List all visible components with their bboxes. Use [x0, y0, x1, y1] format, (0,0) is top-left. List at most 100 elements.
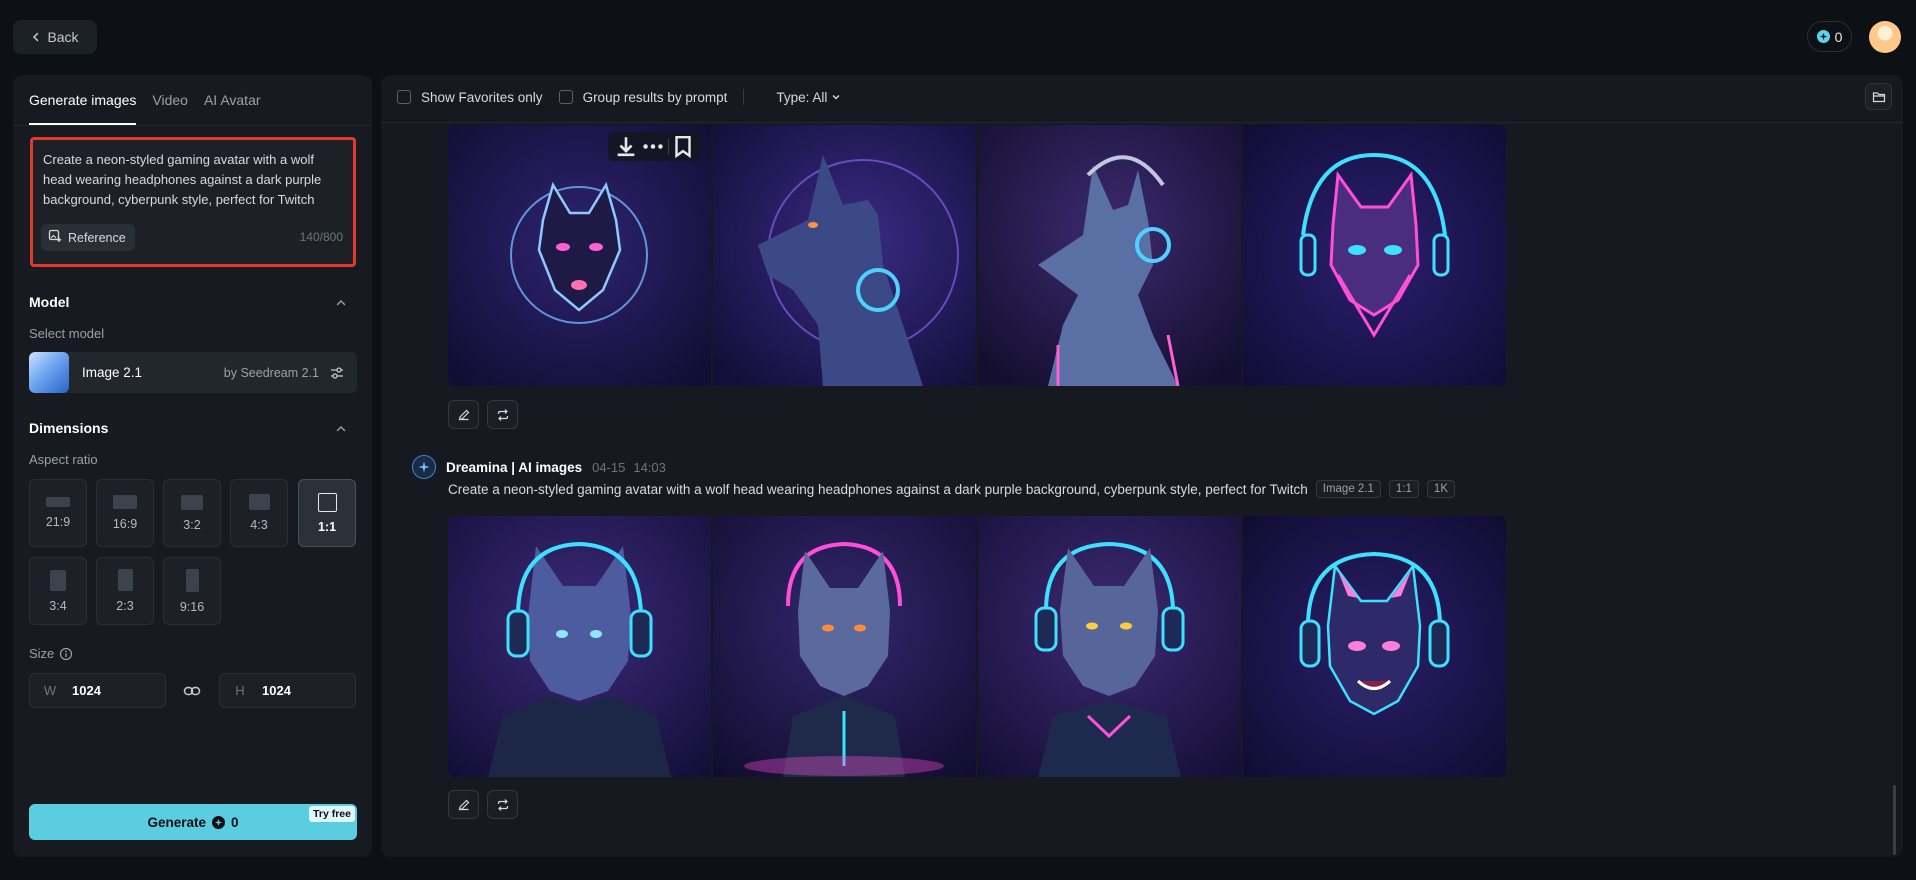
ratio-shape-icon	[185, 568, 199, 592]
generation-prompt-row: Create a neon-styled gaming avatar with …	[448, 480, 1455, 498]
credits-badge[interactable]: 0	[1807, 21, 1852, 52]
generated-image[interactable]	[448, 125, 711, 386]
filter-bar: Show Favorites only Group results by pro…	[397, 87, 841, 107]
width-value[interactable]: 1024	[72, 683, 101, 698]
chevron-up-icon[interactable]	[334, 422, 348, 436]
chevron-down-icon	[832, 95, 840, 100]
credits-count: 0	[1834, 28, 1843, 45]
ratio-label: 4:3	[250, 518, 268, 532]
ratio-label: 21:9	[45, 515, 71, 529]
generated-image[interactable]	[713, 125, 976, 386]
ratio-label: 9:16	[179, 599, 205, 614]
group-checkbox[interactable]	[558, 90, 573, 104]
more-icon[interactable]	[640, 134, 666, 160]
generate-label: Generate	[147, 814, 206, 830]
generated-image[interactable]	[978, 125, 1241, 386]
group-by-prompt-filter[interactable]: Group results by prompt	[558, 90, 727, 105]
ratio-tag: 1:1	[1388, 480, 1419, 498]
model-thumbnail	[29, 352, 69, 393]
image-actions-previous	[448, 400, 518, 429]
resolution-tag: 1K	[1426, 480, 1455, 498]
try-free-badge: Try free	[309, 806, 355, 822]
generation-author: Dreamina | AI images	[446, 459, 583, 475]
image-grid-previous	[448, 125, 1506, 386]
aspect-ratio-9-16[interactable]: 9:16	[163, 557, 221, 625]
generated-image[interactable]	[713, 516, 976, 777]
height-input[interactable]: H 1024	[219, 673, 356, 708]
generated-image[interactable]	[448, 516, 711, 777]
ratio-label: 1:1	[317, 519, 337, 534]
back-label: Back	[47, 29, 79, 45]
generation-prompt[interactable]: Create a neon-styled gaming avatar with …	[448, 482, 1308, 497]
favorites-checkbox[interactable]	[397, 90, 411, 104]
repeat-icon	[497, 798, 508, 811]
repeat-icon	[497, 408, 508, 421]
model-tag: Image 2.1	[1315, 480, 1381, 498]
scrollbar[interactable]	[1893, 785, 1896, 855]
regenerate-button[interactable]	[487, 790, 518, 819]
edit-prompt-button[interactable]	[448, 790, 479, 819]
type-dropdown[interactable]: Type: All	[776, 90, 841, 105]
generation-header: Dreamina | AI images 04-15 14:03	[412, 455, 666, 479]
dreamina-logo-icon	[412, 455, 436, 479]
tab-video[interactable]: Video	[152, 75, 188, 125]
back-button[interactable]: Back	[13, 20, 97, 54]
coin-icon	[212, 815, 225, 829]
generation-timestamp: 04-15 14:03	[592, 460, 666, 475]
info-icon[interactable]	[59, 647, 73, 661]
model-selector[interactable]: Image 2.1 by Seedream 2.1	[29, 352, 357, 393]
bookmark-icon[interactable]	[670, 134, 696, 160]
aspect-ratio-1-1[interactable]: 1:1	[298, 479, 356, 547]
generated-image[interactable]	[978, 516, 1241, 777]
ratio-shape-icon	[113, 495, 137, 509]
link-icon[interactable]	[183, 682, 201, 700]
aspect-ratio-3-2[interactable]: 3:2	[163, 479, 221, 547]
ratio-shape-icon	[46, 497, 70, 507]
folder-icon	[1872, 91, 1885, 102]
character-count: 140/800	[299, 230, 343, 244]
ratio-label: 16:9	[112, 517, 138, 531]
dimensions-section-title: Dimensions	[29, 420, 109, 436]
prompt-text[interactable]: Create a neon-styled gaming avatar with …	[43, 150, 343, 210]
aspect-ratio-2-3[interactable]: 2:3	[96, 557, 154, 625]
generated-image[interactable]	[1243, 125, 1506, 386]
user-avatar[interactable]	[1869, 21, 1901, 53]
generated-image[interactable]	[1243, 516, 1506, 777]
prompt-input[interactable]: Create a neon-styled gaming avatar with …	[30, 137, 356, 267]
ratio-shape-icon	[50, 569, 66, 591]
edit-prompt-button[interactable]	[448, 400, 479, 429]
aspect-ratio-label: Aspect ratio	[29, 452, 98, 467]
generate-button[interactable]: Generate 0 Try free	[29, 804, 357, 840]
select-model-label: Select model	[29, 326, 105, 341]
aspect-ratio-21-9[interactable]: 21:9	[29, 479, 87, 547]
height-value[interactable]: 1024	[262, 683, 291, 698]
pencil-icon	[458, 409, 469, 420]
regenerate-button[interactable]	[487, 400, 518, 429]
sliders-icon[interactable]	[329, 365, 345, 381]
favorites-filter[interactable]: Show Favorites only	[397, 90, 543, 105]
ratio-shape-icon	[117, 569, 133, 591]
image-hover-toolbar	[608, 132, 701, 161]
aspect-ratio-3-4[interactable]: 3:4	[29, 557, 87, 625]
mode-tabs: Generate images Video AI Avatar	[29, 75, 261, 125]
image-actions-current	[448, 790, 518, 819]
tab-generate-images[interactable]: Generate images	[29, 75, 137, 125]
generation-time: 14:03	[633, 459, 666, 475]
size-label: Size	[29, 646, 73, 661]
chevron-up-icon[interactable]	[334, 296, 348, 310]
image-grid-current	[448, 516, 1506, 777]
model-section-title: Model	[29, 294, 70, 310]
folder-button[interactable]	[1865, 83, 1892, 110]
aspect-ratio-4-3[interactable]: 4:3	[230, 479, 288, 547]
chevron-left-icon	[31, 29, 41, 45]
ratio-label: 2:3	[116, 599, 134, 613]
reference-button[interactable]: Reference	[41, 224, 135, 251]
aspect-ratio-16-9[interactable]: 16:9	[96, 479, 154, 547]
reference-label: Reference	[68, 230, 126, 245]
download-icon[interactable]	[613, 134, 639, 160]
model-provider: by Seedream 2.1	[223, 365, 319, 380]
pencil-icon	[458, 799, 469, 810]
width-input[interactable]: W 1024	[29, 673, 166, 708]
tab-ai-avatar[interactable]: AI Avatar	[204, 75, 261, 125]
divider	[13, 125, 372, 126]
